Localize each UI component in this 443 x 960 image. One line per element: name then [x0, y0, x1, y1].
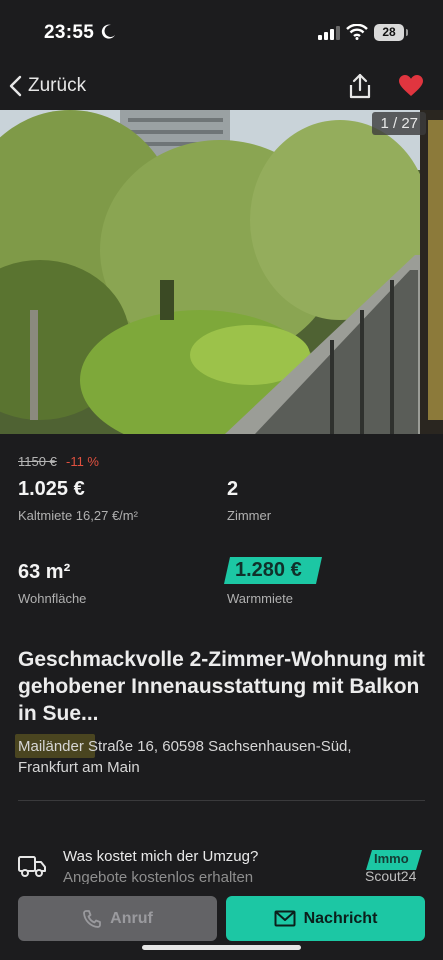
warmmiete-value: 1.280 € — [235, 559, 302, 581]
battery-tip — [406, 29, 408, 36]
listing-address[interactable]: Mailänder Straße 16, 60598 Sachsenhausen… — [18, 736, 428, 778]
kaltmiete-value: 1.025 € — [18, 478, 85, 500]
kaltmiete-label: Kaltmiete 16,27 €/m² — [18, 508, 138, 523]
area-value: 63 m² — [18, 561, 71, 583]
phone-icon — [83, 909, 102, 928]
moving-truck-icon — [18, 856, 46, 877]
immoscout24-logo-bottom: Scout24 — [365, 868, 417, 884]
listing-title: Geschmackvolle 2-Zimmer-Wohnung mit geho… — [18, 648, 425, 725]
favorite-heart-icon[interactable] — [398, 74, 424, 98]
old-price: 1150 € — [18, 454, 57, 469]
call-button-label: Anruf — [110, 909, 153, 927]
divider — [18, 800, 425, 801]
area-label: Wohnfläche — [18, 591, 87, 606]
warmmiete-label: Warmmiete — [227, 591, 293, 606]
share-icon[interactable] — [346, 72, 374, 100]
address-line-2: Frankfurt am Main — [18, 759, 140, 776]
address-line-1: Mailänder Straße 16, 60598 Sachsenhausen… — [18, 738, 352, 755]
message-button-label: Nachricht — [303, 909, 378, 927]
home-indicator[interactable] — [142, 945, 301, 950]
navigation-bar: Zurück — [0, 62, 443, 110]
immoscout24-logo-top: Immo — [374, 851, 409, 866]
back-label: Zurück — [28, 75, 87, 96]
discount-badge: -11 % — [66, 454, 99, 469]
listing-photo[interactable] — [0, 110, 443, 434]
cellular-signal-icon — [318, 26, 340, 40]
message-button[interactable]: Nachricht — [226, 896, 425, 941]
rooms-label: Zimmer — [227, 508, 272, 523]
wifi-icon — [346, 24, 368, 40]
back-button[interactable]: Zurück — [8, 70, 86, 102]
rooms-value: 2 — [227, 478, 239, 500]
envelope-icon — [274, 910, 296, 927]
status-time: 23:55 — [44, 22, 95, 43]
status-bar: 23:55 28 — [0, 0, 443, 62]
moon-icon — [101, 24, 115, 39]
battery-indicator: 28 — [374, 24, 404, 41]
chevron-left-icon — [9, 75, 22, 97]
photo-counter: 1 / 27 — [372, 112, 426, 135]
moving-cost-question[interactable]: Was kostet mich der Umzug? — [63, 848, 258, 865]
call-button[interactable]: Anruf — [18, 896, 217, 941]
balcony-view-image — [0, 110, 443, 434]
